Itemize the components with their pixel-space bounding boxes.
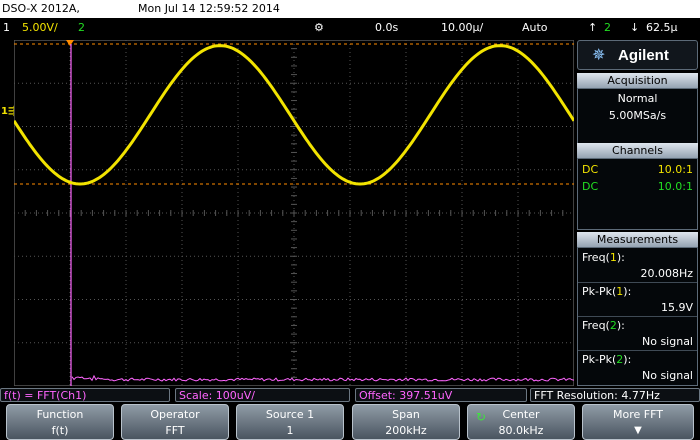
divider [578,282,697,283]
channels-header[interactable]: Channels [577,143,698,158]
channels-section: DC 10.0:1 DC 10.0:1 [577,158,698,230]
status-bar: 1 5.00V/ 2 ⚙ 0.0s 10.00µ/ Auto ↑ 2 ↓ 62.… [0,18,700,38]
ch1-coupling: DC [582,163,599,176]
measurement-label: Pk-Pk(1): [582,285,632,298]
measurements-header[interactable]: Measurements [577,232,698,247]
softkey-value: 1 [286,424,294,437]
measurement-value: No signal [642,369,693,382]
math-info-bar: f(t) = FFT(Ch1) Scale: 100uV/ Offset: 39… [0,387,700,402]
trigger-level[interactable]: 62.5µ [646,21,678,34]
operator-softkey[interactable]: Operator FFT [121,404,229,440]
divider [578,316,697,317]
softkey-bar: Function f(t) Operator FFT Source 1 1 Sp… [0,403,700,440]
function-softkey[interactable]: Function f(t) [6,404,114,440]
ch1-number[interactable]: 1 [3,21,10,34]
math-function-readout[interactable]: f(t) = FFT(Ch1) [0,388,170,402]
softkey-value: 80.0kHz [498,424,544,437]
softkey-title: Span [392,408,420,421]
date-time: Mon Jul 14 12:59:52 2014 [138,2,280,15]
waveform-display[interactable] [14,40,574,386]
math-offset-readout[interactable]: Offset: 397.51uV [355,388,527,402]
brand-name: Agilent [618,47,669,64]
measurement-label: Pk-Pk(2): [582,353,632,366]
measurement-value: No signal [642,335,693,348]
fft-resolution-readout: FFT Resolution: 4.77Hz [530,388,700,402]
title-bar: DSO-X 2012A, Mon Jul 14 12:59:52 2014 [0,0,700,18]
measurement-value: 20.008Hz [640,267,693,280]
brand-logo-box: ✵ Agilent [577,40,698,70]
more-fft-softkey[interactable]: More FFT ▼ [582,404,694,440]
measurement-label: Freq(1): [582,251,625,264]
ch2-number[interactable]: 2 [78,21,85,34]
acquisition-mode: Normal [617,92,658,105]
ch2-probe: 10.0:1 [657,180,693,193]
softkey-value: FFT [165,424,185,437]
ch1-scale[interactable]: 5.00V/ [22,21,58,34]
softkey-title: Function [36,408,84,421]
trigger-edge-icon: ↑ [588,21,598,34]
trigger-mode[interactable]: Auto [522,21,548,34]
time-reference[interactable]: 0.0s [375,21,398,34]
softkey-title: More FFT [613,408,663,421]
measurements-section: Freq(1): 20.008Hz Pk-Pk(1): 15.9V Freq(2… [577,247,698,386]
grid-lines [14,40,574,386]
softkey-title: Center [502,408,540,421]
measurement-label: Freq(2): [582,319,625,332]
trigger-level-icon: ↓ [630,21,640,34]
agilent-spark-icon: ✵ [592,45,606,64]
softkey-value: 200kHz [385,424,427,437]
trigger-source[interactable]: 2 [604,21,611,34]
fft-noise-floor [71,374,574,382]
math-scale-readout[interactable]: Scale: 100uV/ [175,388,350,402]
scope-model: DSO-X 2012A, [2,2,80,15]
trigger-position-marker [66,40,74,46]
down-arrow-icon: ▼ [634,425,642,436]
softkey-title: Operator [150,408,200,421]
ch2-coupling: DC [582,180,599,193]
acquisition-header[interactable]: Acquisition [577,73,698,88]
acquire-icon: ⚙ [314,21,324,34]
time-scale[interactable]: 10.00µ/ [441,21,483,34]
softkey-title: Source 1 [265,408,315,421]
graticule [14,40,574,386]
softkey-value: f(t) [51,424,69,437]
divider [578,350,697,351]
span-softkey[interactable]: Span 200kHz [352,404,460,440]
sample-rate: 5.00MSa/s [608,109,667,122]
source1-softkey[interactable]: Source 1 1 [236,404,344,440]
side-panel: ✵ Agilent Acquisition Normal 5.00MSa/s C… [577,40,698,386]
measurement-value: 15.9V [660,301,693,314]
ch1-probe: 10.0:1 [657,163,693,176]
center-softkey[interactable]: ↻ Center 80.0kHz [467,404,575,440]
